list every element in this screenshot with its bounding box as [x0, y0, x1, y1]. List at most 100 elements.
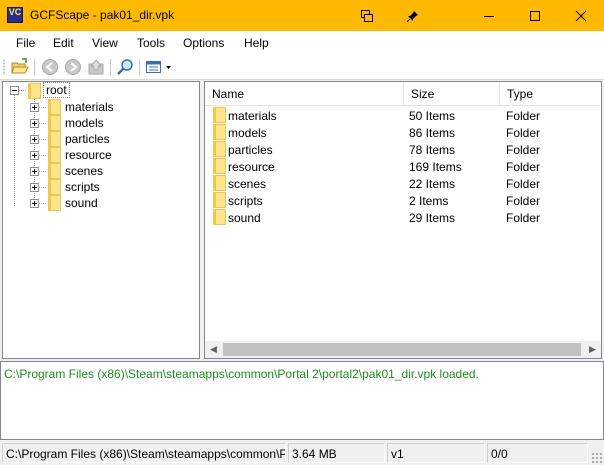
log-console[interactable]: C:\Program Files (x86)\Steam\steamapps\c… [0, 361, 604, 440]
list-row-scripts[interactable]: scripts 2 Items Folder [205, 192, 601, 209]
folder-tree[interactable]: root materials models particles resource sce… [2, 81, 200, 359]
tree-item-sound[interactable]: sound [3, 191, 193, 211]
tree-line [39, 171, 47, 172]
cell-name: particles [228, 143, 273, 157]
back-icon [42, 59, 58, 75]
expand-toggle[interactable] [30, 199, 39, 208]
tree-item-scripts[interactable]: scripts [3, 175, 193, 195]
folder-icon [48, 147, 61, 163]
expand-toggle[interactable] [30, 119, 39, 128]
tree-item-label: materials [65, 100, 114, 114]
menu-tools[interactable]: Tools [137, 36, 165, 50]
cell-size: 169 Items [409, 160, 462, 174]
list-row-scenes[interactable]: scenes 22 Items Folder [205, 175, 601, 192]
expand-toggle[interactable] [30, 167, 39, 176]
cell-size: 78 Items [409, 143, 456, 157]
open-button[interactable] [11, 58, 29, 76]
tree-line [39, 203, 47, 204]
menu-edit[interactable]: Edit [53, 36, 74, 50]
list-row-models[interactable]: models 86 Items Folder [205, 124, 601, 141]
expand-toggle[interactable] [30, 151, 39, 160]
menu-help[interactable]: Help [244, 36, 269, 50]
tree-line [39, 187, 47, 188]
cell-type: Folder [506, 211, 541, 225]
toolbar [0, 55, 604, 80]
status-version: v1 [387, 443, 485, 463]
list-row-particles[interactable]: particles 78 Items Folder [205, 141, 601, 158]
horizontal-scrollbar[interactable]: ◀ ▶ [205, 341, 601, 358]
resize-grip[interactable] [591, 452, 602, 463]
cell-size: 22 Items [409, 177, 456, 191]
tree-line [14, 111, 15, 127]
cell-name: scripts [228, 194, 263, 208]
cell-name: sound [228, 211, 261, 225]
tree-line [19, 90, 27, 91]
maximize-button[interactable] [512, 0, 558, 31]
minimize-button[interactable] [466, 0, 512, 31]
minimize-icon [484, 15, 494, 17]
folder-icon [48, 163, 61, 179]
folder-icon [48, 179, 61, 195]
chevron-down-icon [166, 66, 171, 69]
tree-item-particles[interactable]: particles [3, 127, 193, 147]
file-list[interactable]: Name Size Type materials 50 Items Folder mo… [204, 81, 602, 359]
pin-icon [407, 10, 418, 22]
title-bar[interactable]: VC GCFScape - pak01_dir.vpk [0, 0, 604, 31]
folder-icon [213, 158, 226, 174]
list-row-materials[interactable]: materials 50 Items Folder [205, 107, 601, 124]
close-icon [575, 10, 587, 21]
status-path: C:\Program Files (x86)\Steam\steamapps\c… [2, 443, 286, 463]
folder-icon [28, 83, 41, 99]
menu-file[interactable]: File [16, 36, 35, 50]
tree-item-root[interactable]: root [43, 82, 70, 98]
cell-name: materials [228, 109, 277, 123]
column-header-size[interactable]: Size [404, 82, 500, 106]
open-folder-icon [11, 58, 29, 74]
tree-item-label: scenes [65, 164, 104, 178]
menu-view[interactable]: View [92, 36, 118, 50]
expand-toggle[interactable] [30, 103, 39, 112]
root-collapse-toggle[interactable] [10, 86, 19, 95]
list-header: Name Size Type [205, 82, 601, 106]
column-header-name[interactable]: Name [205, 82, 404, 106]
menu-options[interactable]: Options [183, 36, 224, 50]
up-button[interactable] [87, 58, 105, 76]
cell-size: 2 Items [409, 194, 449, 208]
close-button[interactable] [558, 0, 604, 31]
scroll-left-button[interactable]: ◀ [205, 341, 222, 358]
tree-item-materials[interactable]: materials [3, 95, 193, 115]
restore-layout-button[interactable] [344, 0, 390, 31]
tree-item-label: sound [65, 196, 98, 210]
search-icon [117, 59, 133, 75]
folder-icon [48, 115, 61, 131]
toolbar-separator [139, 59, 140, 75]
forward-button[interactable] [64, 58, 82, 76]
expand-toggle[interactable] [30, 183, 39, 192]
toolbar-separator [34, 59, 35, 75]
tree-line [39, 123, 47, 124]
list-row-resource[interactable]: resource 169 Items Folder [205, 158, 601, 175]
find-button[interactable] [116, 58, 134, 76]
tree-item-label: resource [65, 148, 112, 162]
list-row-sound[interactable]: sound 29 Items Folder [205, 209, 601, 226]
up-icon [88, 59, 104, 75]
scroll-right-button[interactable]: ▶ [584, 341, 601, 358]
back-button[interactable] [41, 58, 59, 76]
tree-line [14, 175, 15, 191]
scrollbar-thumb[interactable] [223, 343, 581, 356]
toolbar-grip[interactable] [3, 59, 5, 75]
view-mode-button[interactable] [145, 58, 173, 76]
folder-icon [213, 107, 226, 123]
tree-line [39, 107, 47, 108]
column-header-type[interactable]: Type [500, 82, 601, 106]
tree-item-models[interactable]: models [3, 111, 193, 131]
cell-type: Folder [506, 126, 541, 140]
tree-item-resource[interactable]: resource [3, 143, 193, 163]
tree-item-scenes[interactable]: scenes [3, 159, 193, 179]
folder-icon [48, 195, 61, 211]
pin-button[interactable] [390, 0, 436, 31]
expand-toggle[interactable] [30, 135, 39, 144]
cell-type: Folder [506, 109, 541, 123]
cell-name: scenes [228, 177, 267, 191]
tree-line [14, 143, 15, 159]
